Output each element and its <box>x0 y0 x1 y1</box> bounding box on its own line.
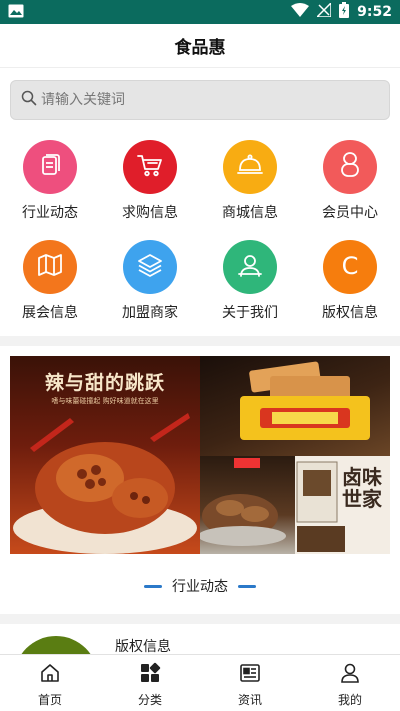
category-mall-info[interactable]: 商城信息 <box>200 132 300 232</box>
category-label: 行业动态 <box>22 205 78 221</box>
section-heading: 行业动态 <box>0 576 400 596</box>
list-item-thumbnail <box>14 636 98 654</box>
category-icon-bg <box>223 140 277 194</box>
category-franchise-merchants[interactable]: 加盟商家 <box>100 232 200 336</box>
tab-profile[interactable]: 我的 <box>300 655 400 711</box>
signal-icon <box>315 1 332 21</box>
app-header: 食品惠 <box>0 24 400 68</box>
category-label: 求购信息 <box>122 205 178 221</box>
category-about-us[interactable]: 关于我们 <box>200 232 300 336</box>
tab-label: 资讯 <box>237 693 262 707</box>
category-label: 关于我们 <box>222 305 278 321</box>
category-member-center[interactable]: 会员中心 <box>300 132 400 232</box>
search-icon <box>21 90 37 110</box>
category-icon-bg <box>123 240 177 294</box>
category-icon-bg <box>123 140 177 194</box>
cart-icon <box>136 152 164 182</box>
document-icon <box>37 152 63 182</box>
tab-label: 分类 <box>137 693 162 707</box>
heading-dash-left <box>144 584 162 588</box>
category-icon-bg <box>23 140 77 194</box>
category-label: 加盟商家 <box>122 305 178 321</box>
category-icon <box>139 662 161 688</box>
wifi-icon <box>291 3 310 21</box>
map-icon <box>36 252 64 282</box>
tab-label: 首页 <box>37 693 62 707</box>
category-icon-bg <box>23 240 77 294</box>
heading-dash-right <box>238 584 256 588</box>
banner-section: 辣与甜的跳跃 嗜与味蕾碰撞起 购好味道就在这里 卤味世家 行业动态 <box>0 346 400 614</box>
category-label: 会员中心 <box>322 205 378 221</box>
banner-cookie-image <box>200 356 390 456</box>
banner-lotus-image: 辣与甜的跳跃 嗜与味蕾碰撞起 购好味道就在这里 <box>10 356 200 554</box>
profile-icon <box>339 662 361 688</box>
page-title: 食品惠 <box>174 38 226 58</box>
search-box[interactable] <box>10 80 390 120</box>
list-item-title: 版权信息 <box>115 639 171 654</box>
category-icon-bg <box>323 140 377 194</box>
category-icon-bg <box>223 240 277 294</box>
image-icon <box>8 3 24 22</box>
category-industry-news[interactable]: 行业动态 <box>0 132 100 232</box>
status-bar: 9:52 <box>0 0 400 24</box>
member-icon <box>338 151 362 183</box>
banner-title: 辣与甜的跳跃 <box>44 372 165 394</box>
lotus-food-illustration <box>13 413 197 554</box>
category-label: 展会信息 <box>22 305 78 321</box>
layers-icon <box>136 252 164 282</box>
bottom-tab-bar: 首页 分类 资讯 我的 <box>0 654 400 711</box>
tab-label: 我的 <box>337 693 362 707</box>
svg-text:C: C <box>342 252 359 279</box>
category-exhibition-info[interactable]: 展会信息 <box>0 232 100 336</box>
category-icon-bg: C <box>323 240 377 294</box>
user-icon <box>236 252 264 282</box>
copyright-icon: C <box>336 251 364 283</box>
banner-subtitle: 嗜与味蕾碰撞起 购好味道就在这里 <box>51 397 159 405</box>
promo-banner[interactable]: 辣与甜的跳跃 嗜与味蕾碰撞起 购好味道就在这里 卤味世家 <box>10 356 390 554</box>
banner-snack-image <box>198 456 295 554</box>
battery-charging-icon <box>339 2 350 22</box>
banner-brand-image: 卤味世家 <box>295 456 390 554</box>
category-label: 版权信息 <box>322 305 378 321</box>
news-icon <box>239 662 261 688</box>
service-bell-icon <box>236 152 264 182</box>
list-item[interactable]: 版权信息 <box>0 624 400 654</box>
brand-package-illustration <box>296 461 345 552</box>
section-title: 行业动态 <box>172 579 228 595</box>
category-copyright-info[interactable]: C 版权信息 <box>300 232 400 336</box>
category-grid: 行业动态 求购信息 商城信息 会员中心 展会信息 加盟商家 关于我们 C 版权信… <box>0 132 400 336</box>
tab-news[interactable]: 资讯 <box>200 655 300 711</box>
search-input[interactable] <box>41 92 379 108</box>
home-icon <box>39 662 61 688</box>
status-time: 9:52 <box>357 4 392 20</box>
search-bar <box>0 68 400 132</box>
tab-home[interactable]: 首页 <box>0 655 100 711</box>
category-purchase-info[interactable]: 求购信息 <box>100 132 200 232</box>
tab-category[interactable]: 分类 <box>100 655 200 711</box>
snack-illustration <box>198 458 286 546</box>
category-label: 商城信息 <box>222 205 278 221</box>
cookie-illustration <box>240 361 370 440</box>
